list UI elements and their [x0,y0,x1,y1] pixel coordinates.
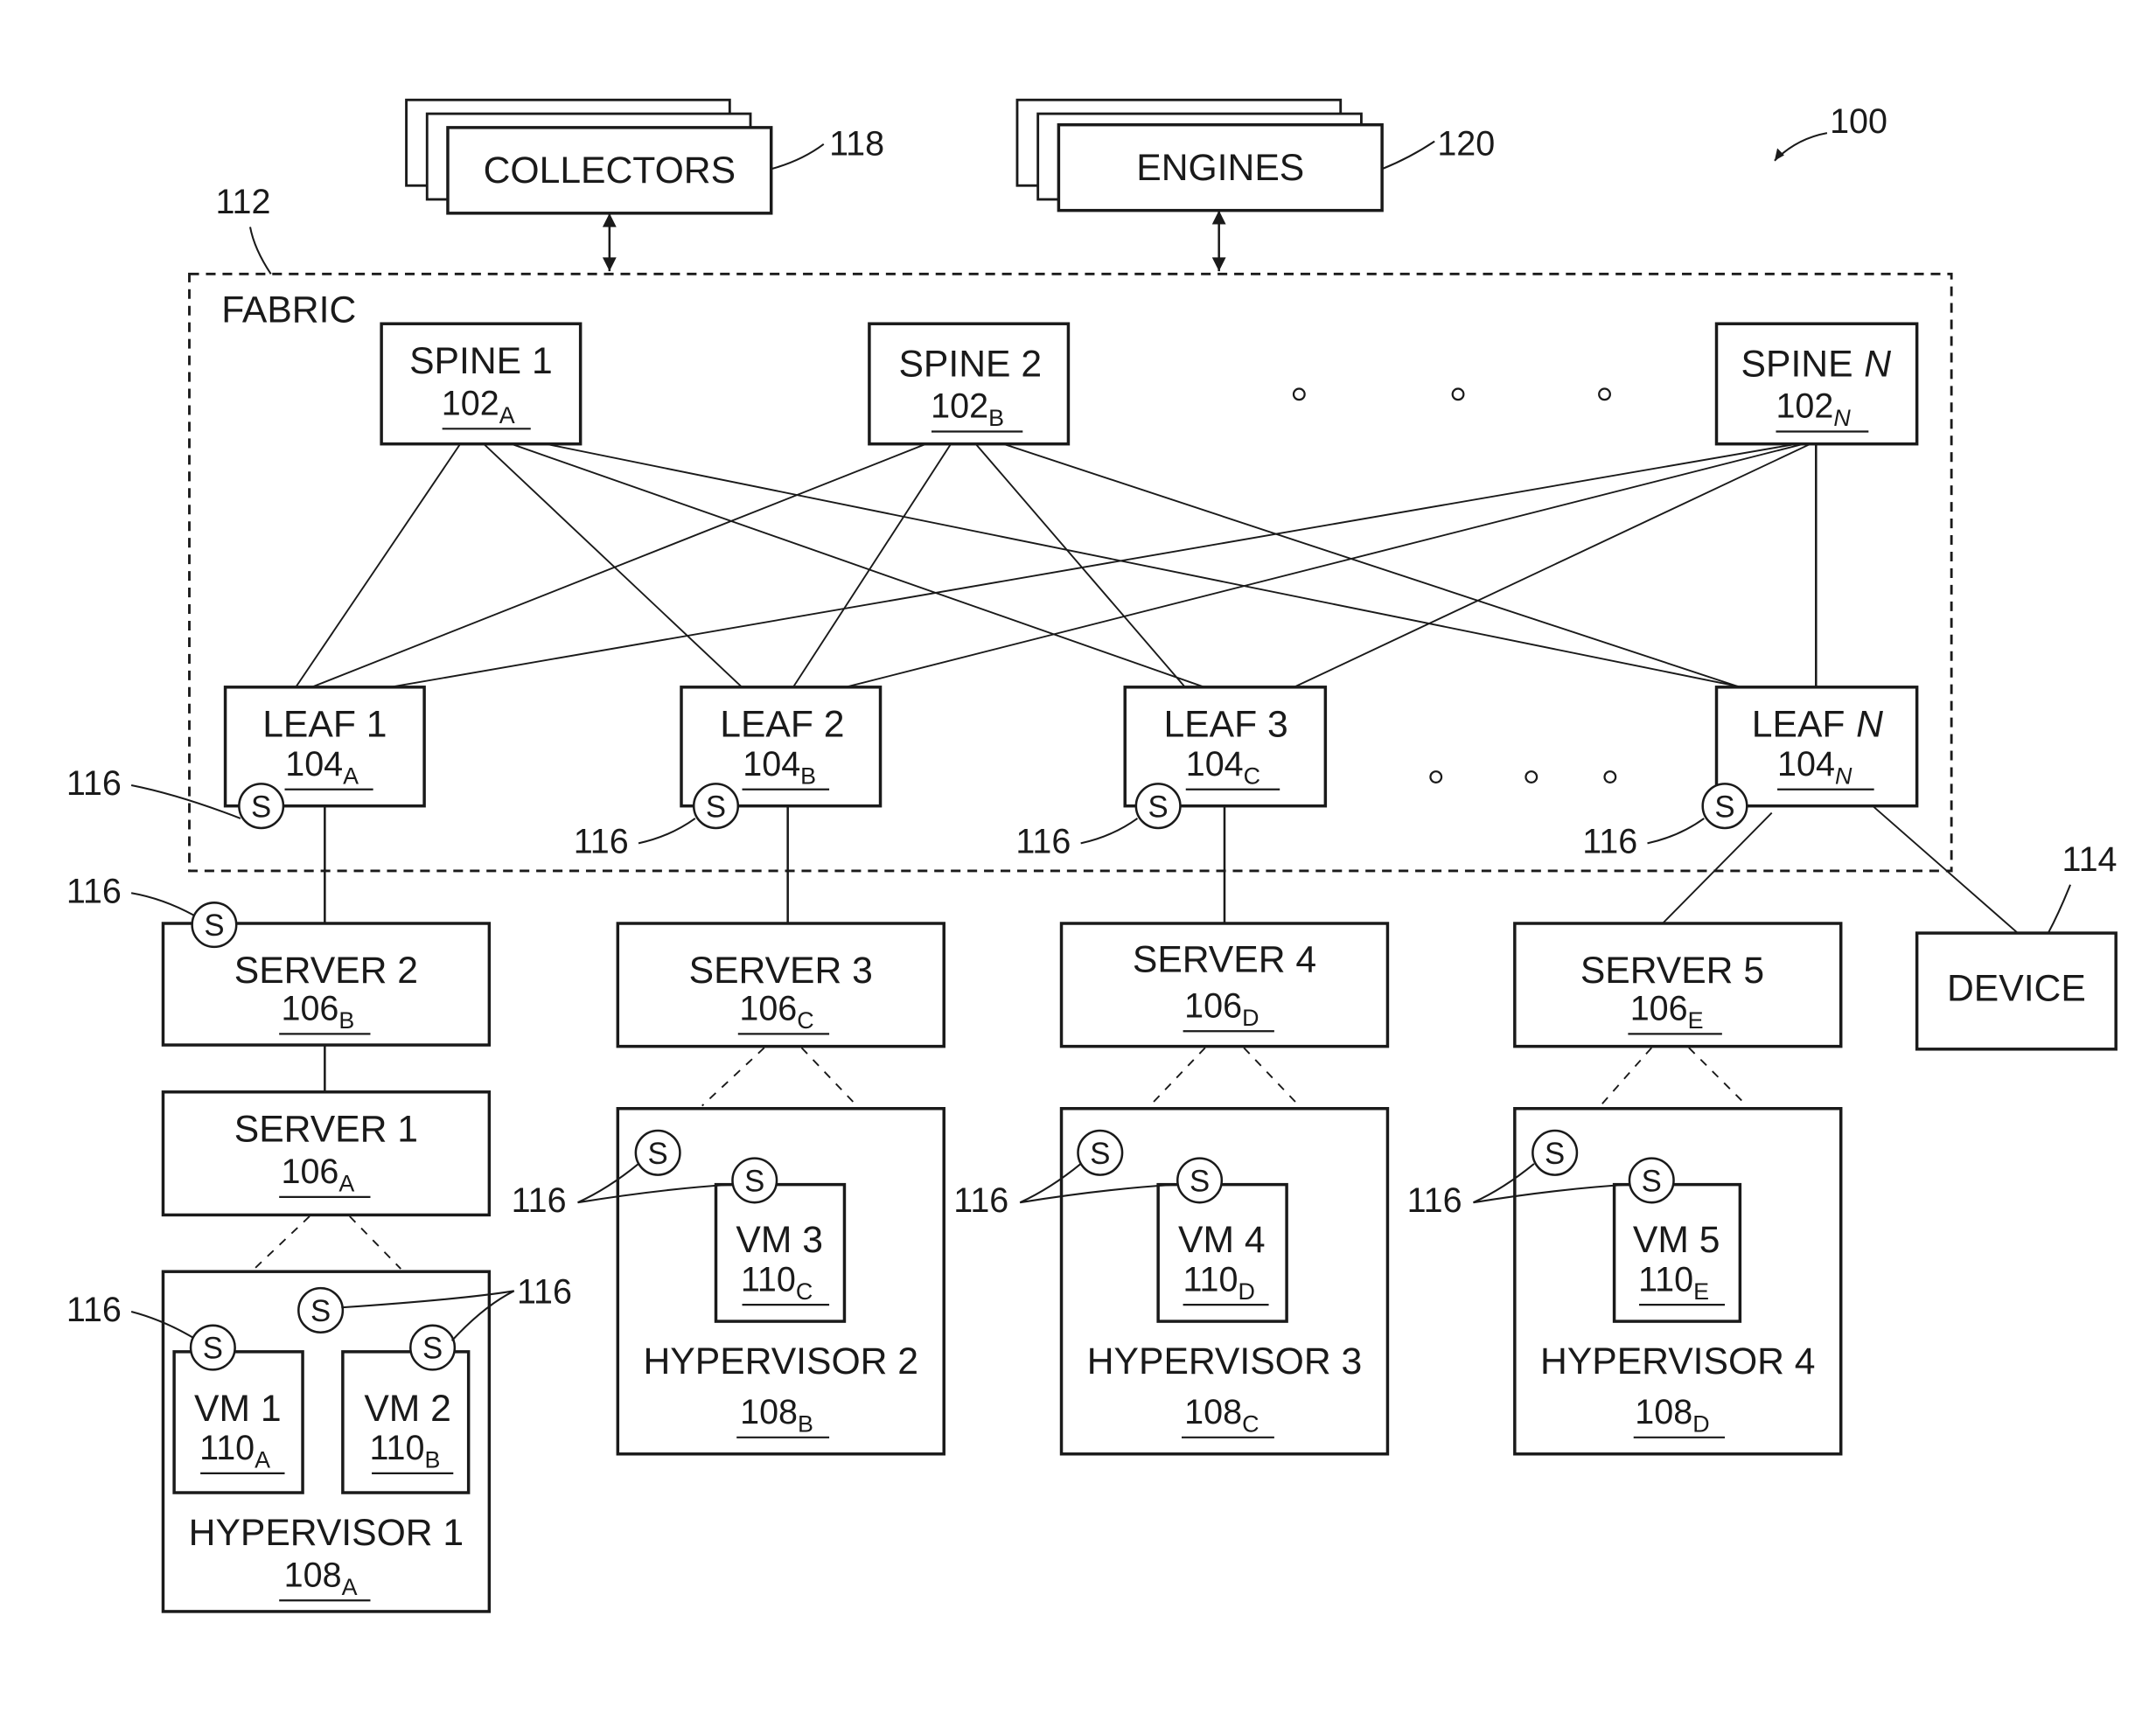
server-4: SERVER 4 106D [1059,922,1390,1048]
fabric-ref: 112 [216,183,271,221]
sensor-glyph: S [1545,1138,1565,1171]
sensor-ref-label: 116 [66,872,122,910]
link-spinen-leaf3 [1285,442,1811,693]
sensor-glyph: S [1148,790,1169,824]
server-4-label: SERVER 4 [1133,938,1316,980]
spine-leaf-links [292,442,1818,693]
sensor-ref-label: 116 [517,1273,572,1312]
sensor-ref-label: 116 [512,1181,567,1220]
device-ref: 114 [2062,840,2118,879]
sensor-ref-label: 116 [1582,822,1637,860]
leaf-3-label: LEAF 3 [1163,704,1287,746]
engines-stack: ENGINES 120 [1015,98,1495,272]
vm-5: VM 5 110E [1612,1182,1742,1323]
device-label: DEVICE [1947,967,2086,1009]
sensor-glyph: S [422,1333,443,1366]
vm-3: VM 3 110C [714,1182,847,1323]
network-diagram: 100 COLLECTORS 118 ENGINES 120 FABRIC 11… [0,0,2156,1709]
sensor-ref-leader [130,892,194,916]
sensor-glyph: S [1714,790,1734,824]
sensor-ref-leader [1647,818,1705,845]
spine-1: SPINE 1 102A [380,322,583,446]
ellipsis-dot [1603,770,1617,783]
server-2-label: SERVER 2 [234,950,418,992]
spine-n-label: SPINE N [1741,343,1892,385]
server-3-label: SERVER 3 [689,950,873,992]
link-leafn-device [1872,804,2019,934]
hypervisor-2-label: HYPERVISOR 2 [644,1340,919,1382]
ellipsis-dot [1292,387,1306,401]
figure-ref: 100 [1774,102,1887,162]
spine-1-label: SPINE 1 [409,340,553,382]
sensor-glyph: S [1090,1138,1110,1171]
sensor-glyph: S [203,1333,223,1366]
vm-4-label: VM 4 [1178,1219,1266,1261]
sensor-ref-label: 116 [1015,822,1071,860]
sensor-glyph: S [310,1295,331,1328]
leaf-2-label: LEAF 2 [720,704,844,746]
vm-2: VM 2 110B [341,1350,471,1494]
server-5-label: SERVER 5 [1580,950,1764,992]
link-spine2-leaf1 [301,442,927,693]
sensor-ref-leader [638,818,696,845]
link-spine1-leaf1 [292,443,461,693]
vm-5-label: VM 5 [1633,1219,1720,1261]
link-spinen-leaf2 [828,442,1804,693]
sensor-ref-label: 116 [66,764,122,803]
engines-label: ENGINES [1136,147,1304,189]
sensor-glyph: S [1190,1166,1210,1199]
ellipsis-dot [1525,770,1539,783]
vm-4: VM 4 110D [1156,1182,1288,1323]
vm-2-label: VM 2 [364,1388,451,1430]
hypervisor-1-label: HYPERVISOR 1 [189,1512,464,1554]
collectors-label: COLLECTORS [484,150,736,191]
sensor-glyph: S [744,1166,764,1199]
server-1: SERVER 1 106A [161,1090,492,1217]
ellipsis-dot [1451,387,1465,401]
collectors-ref: 118 [829,124,884,163]
collectors-stack: COLLECTORS 118 [405,98,884,272]
leaf-ellipsis [1429,770,1617,783]
leaf-1-label: LEAF 1 [262,704,387,746]
leaf-n-label: LEAF N [1752,704,1883,746]
leaf-n: LEAF N 104N [1714,686,1919,808]
server-1-label: SERVER 1 [234,1109,418,1151]
sensor-ref-label: 116 [66,1291,122,1329]
fabric: FABRIC 112 [188,183,1953,873]
sensor-glyph: S [204,909,224,943]
figure-ref-label: 100 [1830,102,1887,141]
sensor-glyph: S [1642,1166,1662,1199]
spine-n: SPINE N 102N [1714,322,1919,446]
engines-ref: 120 [1437,124,1495,163]
spine-2: SPINE 2 102B [868,322,1071,446]
spine-ellipsis [1292,387,1611,401]
sensor-ref-leader [1080,818,1139,845]
ellipsis-dot [1429,770,1443,783]
sensor-glyph: S [648,1138,668,1171]
ellipsis-dot [1598,387,1611,401]
link-leafn-server5 [1662,811,1773,924]
link-spine1-leafc [511,442,1217,693]
link-spine2-leaf2 [790,443,952,693]
diagram-canvas: 100 COLLECTORS 118 ENGINES 120 FABRIC 11… [66,98,2118,1613]
hypervisor-3-label: HYPERVISOR 3 [1087,1340,1363,1382]
sensor-ref-label: 116 [1407,1181,1462,1220]
vm-3-label: VM 3 [736,1219,823,1261]
link-spine2-leafn [1002,442,1753,693]
spine-2-label: SPINE 2 [898,343,1042,385]
sensor-glyph: S [706,790,726,824]
vm-1: VM 1 110A [172,1350,304,1494]
server-5: SERVER 5 106E [1513,922,1843,1048]
fabric-label: FABRIC [221,289,356,331]
sensor-glyph: S [251,790,271,824]
hypervisor-4-label: HYPERVISOR 4 [1540,1340,1816,1382]
sensor-ref-label: 116 [574,822,629,860]
sensor-ref-label: 116 [953,1181,1008,1220]
server-3: SERVER 3 106C [616,922,945,1048]
vm-1-label: VM 1 [194,1388,282,1430]
